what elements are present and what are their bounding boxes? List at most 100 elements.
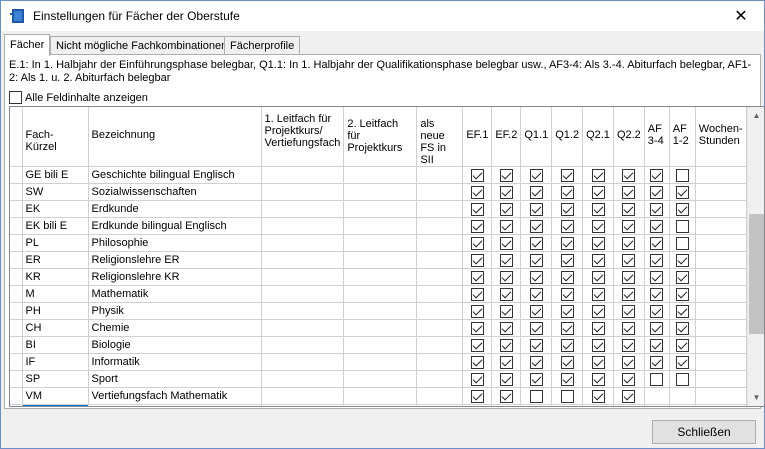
- subjects-grid[interactable]: Fach-Kürzel Bezeichnung 1. Leitfach für …: [9, 106, 765, 407]
- table-row[interactable]: CH Chemie: [10, 319, 747, 337]
- cell-kuerzel[interactable]: SW: [22, 183, 89, 201]
- checkbox-checked[interactable]: [560, 270, 574, 284]
- cell-af34[interactable]: [644, 336, 670, 354]
- cell-ef2[interactable]: [491, 268, 522, 286]
- col-header-leitfach2[interactable]: 2. Leitfach für Projektkurs: [343, 107, 418, 167]
- cell-neue-fs[interactable]: [416, 404, 464, 406]
- cell-q11[interactable]: [520, 370, 553, 388]
- cell-ef1[interactable]: [462, 166, 493, 184]
- cell-wochenstunden[interactable]: [695, 387, 747, 405]
- cell-leitfach2[interactable]: [343, 336, 418, 354]
- cell-af34[interactable]: [644, 166, 670, 184]
- cell-neue-fs[interactable]: [416, 251, 464, 269]
- cell-kuerzel[interactable]: IF: [22, 353, 89, 371]
- checkbox-checked[interactable]: [650, 236, 664, 250]
- cell-q12[interactable]: [551, 268, 584, 286]
- checkbox-checked[interactable]: [622, 219, 636, 233]
- col-header-q11[interactable]: Q1.1: [520, 107, 553, 167]
- cell-bezeichnung[interactable]: Erdkunde: [88, 200, 262, 218]
- cell-af34[interactable]: [644, 200, 670, 218]
- cell-q12[interactable]: [551, 319, 584, 337]
- cell-kuerzel[interactable]: CH: [22, 319, 89, 337]
- cell-kuerzel[interactable]: VM: [22, 387, 89, 405]
- checkbox-checked[interactable]: [650, 355, 664, 369]
- checkbox-checked[interactable]: [622, 338, 636, 352]
- cell-q21[interactable]: [582, 234, 614, 252]
- checkbox-checked[interactable]: [499, 355, 513, 369]
- cell-q22[interactable]: [613, 285, 645, 303]
- tab-faecherprofile[interactable]: Fächerprofile: [224, 36, 301, 55]
- cell-ef1[interactable]: [462, 370, 493, 388]
- cell-q11[interactable]: [520, 285, 553, 303]
- checkbox-unchecked[interactable]: [675, 168, 689, 182]
- cell-af34[interactable]: [644, 268, 670, 286]
- cell-kuerzel[interactable]: PH: [22, 302, 89, 320]
- cell-leitfach1[interactable]: [261, 234, 345, 252]
- cell-q22[interactable]: [613, 268, 645, 286]
- cell-leitfach1[interactable]: [261, 302, 345, 320]
- col-header-q21[interactable]: Q2.1: [582, 107, 614, 167]
- checkbox-checked[interactable]: [560, 236, 574, 250]
- cell-q12[interactable]: [551, 404, 584, 406]
- cell-ef2[interactable]: [491, 336, 522, 354]
- cell-af12[interactable]: [669, 404, 696, 406]
- cell-leitfach2[interactable]: [343, 302, 418, 320]
- cell-ef1[interactable]: [462, 285, 493, 303]
- cell-q22[interactable]: [613, 404, 645, 406]
- checkbox-checked[interactable]: [529, 287, 543, 301]
- checkbox-checked[interactable]: [499, 304, 513, 318]
- vertical-scrollbar[interactable]: ▲ ▼: [747, 107, 764, 406]
- checkbox-checked[interactable]: [499, 270, 513, 284]
- cell-leitfach2[interactable]: [343, 251, 418, 269]
- cell-af12[interactable]: [669, 268, 696, 286]
- checkbox-checked[interactable]: [529, 253, 543, 267]
- checkbox-checked[interactable]: [470, 287, 484, 301]
- col-header-q22[interactable]: Q2.2: [613, 107, 645, 167]
- checkbox-checked[interactable]: [650, 202, 664, 216]
- cell-q22[interactable]: [613, 217, 645, 235]
- checkbox-checked[interactable]: [650, 270, 664, 284]
- cell-q22[interactable]: [613, 336, 645, 354]
- cell-kuerzel[interactable]: KR: [22, 268, 89, 286]
- checkbox-checked[interactable]: [560, 253, 574, 267]
- cell-af12[interactable]: [669, 251, 696, 269]
- checkbox-checked[interactable]: [622, 168, 636, 182]
- checkbox-checked[interactable]: [622, 287, 636, 301]
- cell-q22[interactable]: [613, 370, 645, 388]
- table-row[interactable]: EK bili E Erdkunde bilingual Englisch: [10, 217, 747, 235]
- checkbox-checked[interactable]: [591, 287, 605, 301]
- tab-nicht-moegliche-fachkombinationen[interactable]: Nicht mögliche Fachkombinationen: [50, 36, 234, 55]
- cell-bezeichnung[interactable]: Geschichte bilingual Englisch: [88, 166, 262, 184]
- checkbox-checked[interactable]: [675, 355, 689, 369]
- col-header-neue-fs[interactable]: als neue FS in SII: [416, 107, 464, 167]
- cell-bezeichnung[interactable]: Philosophie: [88, 234, 262, 252]
- cell-ef2[interactable]: [491, 183, 522, 201]
- row-selector[interactable]: [10, 200, 23, 218]
- cell-leitfach1[interactable]: [261, 370, 345, 388]
- checkbox-checked[interactable]: [591, 270, 605, 284]
- cell-af12[interactable]: [669, 319, 696, 337]
- cell-kuerzel[interactable]: SP: [22, 370, 89, 388]
- cell-q21[interactable]: [582, 336, 614, 354]
- cell-bezeichnung[interactable]: Religionslehre ER: [88, 251, 262, 269]
- checkbox-checked[interactable]: [499, 287, 513, 301]
- cell-wochenstunden[interactable]: [695, 285, 747, 303]
- cell-wochenstunden[interactable]: [695, 251, 747, 269]
- checkbox-checked[interactable]: [591, 236, 605, 250]
- checkbox-checked[interactable]: [470, 168, 484, 182]
- cell-af34[interactable]: [644, 370, 670, 388]
- window-close-button[interactable]: ✕: [718, 1, 764, 31]
- cell-ef1[interactable]: [462, 336, 493, 354]
- cell-leitfach2[interactable]: [343, 268, 418, 286]
- table-row[interactable]: SW Sozialwissenschaften: [10, 183, 747, 201]
- row-selector[interactable]: [10, 251, 23, 269]
- cell-af12[interactable]: [669, 353, 696, 371]
- cell-wochenstunden[interactable]: [695, 217, 747, 235]
- row-selector[interactable]: [10, 285, 23, 303]
- checkbox-checked[interactable]: [560, 168, 574, 182]
- checkbox-checked[interactable]: [675, 253, 689, 267]
- col-header-af12[interactable]: AF 1-2: [669, 107, 696, 167]
- cell-q21[interactable]: [582, 200, 614, 218]
- cell-leitfach2[interactable]: [343, 353, 418, 371]
- cell-neue-fs[interactable]: [416, 183, 464, 201]
